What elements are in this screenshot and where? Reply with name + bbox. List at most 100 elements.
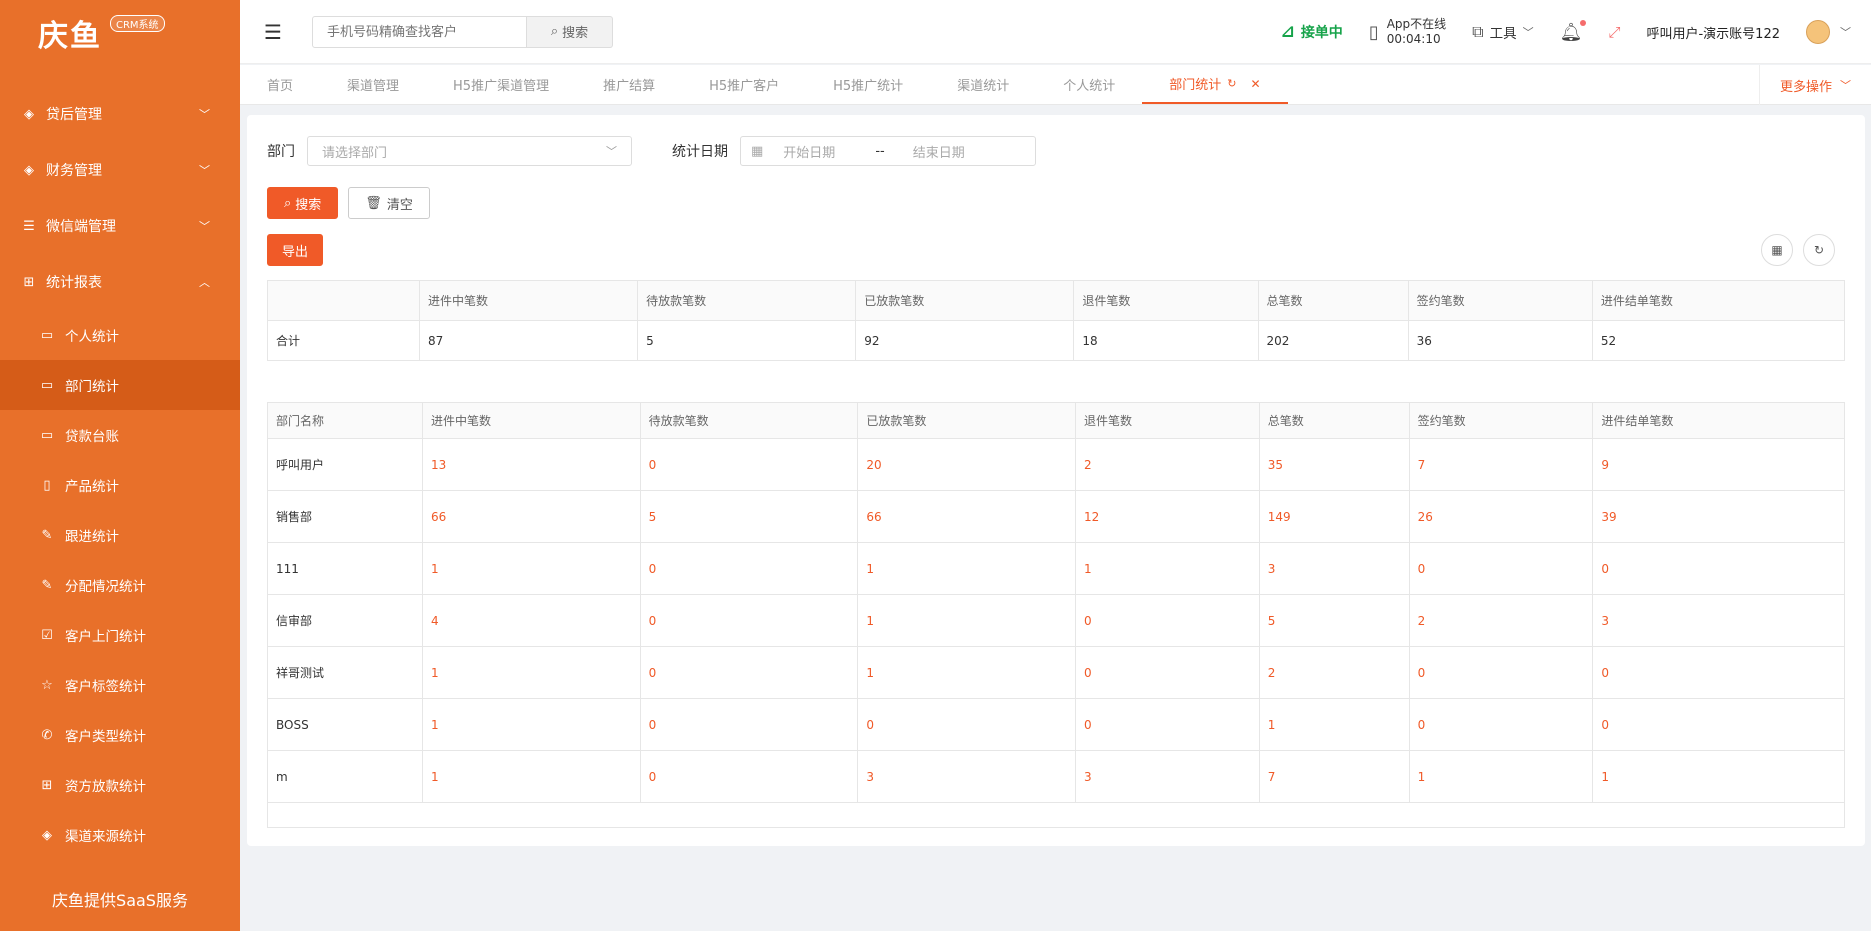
tab-channel-stats[interactable]: 渠道统计	[930, 65, 1036, 104]
tab-h5-promotion-stats[interactable]: H5推广统计	[806, 65, 930, 104]
app-status[interactable]: ▯ App不在线 00:04:10	[1369, 17, 1446, 47]
stat-link[interactable]: 35	[1258, 438, 1410, 491]
stat-link[interactable]: 7	[1408, 438, 1594, 491]
stat-link[interactable]: 0	[639, 542, 859, 595]
refresh-icon[interactable]: ↻	[1227, 77, 1236, 90]
stat-link[interactable]: 149	[1258, 490, 1410, 543]
sidebar-group-label: 微信端管理	[46, 219, 116, 235]
stat-link[interactable]: 2	[1408, 594, 1594, 647]
stat-link[interactable]: 39	[1592, 490, 1845, 543]
start-date-placeholder[interactable]: 开始日期	[783, 142, 835, 161]
sidebar-item-loan-ledger[interactable]: ▭ 贷款台账	[0, 410, 240, 460]
stat-link[interactable]: 0	[639, 646, 859, 699]
stat-link[interactable]: 7	[1258, 750, 1410, 803]
toolbox-icon: ⧉	[1472, 22, 1484, 41]
stat-link[interactable]: 3	[857, 750, 1077, 803]
stat-link[interactable]: 12	[1075, 490, 1260, 543]
sidebar-item-funder-stats[interactable]: ⊞ 资方放款统计	[0, 760, 240, 810]
sidebar-item-followup-stats[interactable]: ✎ 跟进统计	[0, 510, 240, 560]
stat-link[interactable]: 66	[422, 490, 641, 543]
more-operations-button[interactable]: 更多操作 ﹀	[1758, 65, 1871, 105]
clear-button[interactable]: 🗑︎ 清空	[348, 187, 430, 219]
export-button[interactable]: 导出	[267, 234, 324, 266]
stat-link[interactable]: 0	[1075, 594, 1260, 647]
sidebar-item-visit-stats[interactable]: ☑ 客户上门统计	[0, 610, 240, 660]
stat-link[interactable]: 0	[1592, 646, 1845, 699]
stat-link[interactable]: 0	[639, 698, 859, 751]
stat-link[interactable]: 2	[1258, 646, 1410, 699]
stat-link[interactable]: 26	[1408, 490, 1594, 543]
sidebar-item-product-stats[interactable]: ▯ 产品统计	[0, 460, 240, 510]
stat-link[interactable]: 3	[1258, 542, 1410, 595]
notifications-button[interactable]: 🔔︎	[1560, 19, 1587, 43]
tab-promotion-settlement[interactable]: 推广结算	[576, 65, 682, 104]
sidebar-item-tag-stats[interactable]: ☆ 客户标签统计	[0, 660, 240, 710]
sidebar-item-allocation-stats[interactable]: ✎ 分配情况统计	[0, 560, 240, 610]
stat-link[interactable]: 0	[1075, 646, 1260, 699]
stat-link[interactable]: 1	[422, 542, 641, 595]
stat-link[interactable]: 1	[1258, 698, 1410, 751]
stat-link[interactable]: 3	[1592, 594, 1845, 647]
stat-link[interactable]: 5	[1258, 594, 1410, 647]
stat-link[interactable]: 3	[1075, 750, 1260, 803]
stat-link[interactable]: 0	[1408, 646, 1594, 699]
sidebar-item-dept-stats[interactable]: ▭ 部门统计	[0, 360, 240, 410]
dept-select[interactable]: 请选择部门 ﹀	[307, 136, 632, 166]
tab-home[interactable]: 首页	[240, 65, 320, 104]
search-button[interactable]: ⌕ 搜索	[267, 187, 339, 219]
close-icon[interactable]: ✕	[1250, 77, 1260, 91]
search-button[interactable]: ⌕ 搜索	[527, 15, 613, 48]
stat-link[interactable]: 1	[1592, 750, 1845, 803]
stat-link[interactable]: 0	[1592, 698, 1845, 751]
stat-link[interactable]: 1	[1408, 750, 1594, 803]
tab-dept-stats[interactable]: 部门统计 ↻ ✕	[1142, 65, 1288, 104]
sidebar-group-finance[interactable]: ◈ 财务管理 ﹀	[0, 142, 240, 198]
stat-link[interactable]: 0	[639, 750, 859, 803]
stat-link[interactable]: 1	[1075, 542, 1260, 595]
tab-h5-promotion-customers[interactable]: H5推广客户	[682, 65, 806, 104]
sidebar-item-type-stats[interactable]: ✆ 客户类型统计	[0, 710, 240, 760]
stat-link[interactable]: 4	[422, 594, 641, 647]
sidebar-group-post-loan[interactable]: ◈ 贷后管理 ﹀	[0, 86, 240, 142]
stat-link[interactable]: 0	[1408, 698, 1594, 751]
sidebar-group-reports[interactable]: ⊞ 统计报表 ︿	[0, 254, 240, 310]
stat-link[interactable]: 9	[1592, 438, 1845, 491]
stat-link[interactable]: 0	[857, 698, 1077, 751]
tools-dropdown[interactable]: ⧉ 工具 ﹀	[1472, 22, 1533, 42]
sidebar-group-wechat[interactable]: ☰ 微信端管理 ﹀	[0, 198, 240, 254]
stat-link[interactable]: 2	[1075, 438, 1260, 491]
tab-channel-management[interactable]: 渠道管理	[320, 65, 426, 104]
stat-link[interactable]: 0	[639, 594, 859, 647]
stat-link[interactable]: 66	[857, 490, 1077, 543]
sidebar-item-channel-source-stats[interactable]: ◈ 渠道来源统计	[0, 810, 240, 860]
order-status-toggle[interactable]: ⊿ 接单中	[1281, 22, 1343, 42]
tab-h5-channel-management[interactable]: H5推广渠道管理	[426, 65, 576, 104]
hamburger-menu-icon[interactable]: ☰	[264, 20, 286, 44]
end-date-placeholder[interactable]: 结束日期	[913, 142, 965, 161]
refresh-button[interactable]: ↻	[1803, 234, 1835, 266]
stat-link[interactable]: 1	[422, 646, 641, 699]
tab-personal-stats[interactable]: 个人统计	[1036, 65, 1142, 104]
grid-icon: ⊞	[41, 777, 53, 793]
stat-link[interactable]: 0	[1592, 542, 1845, 595]
search-input[interactable]	[312, 15, 527, 48]
stat-link[interactable]: 1	[857, 542, 1077, 595]
stat-link[interactable]: 20	[857, 438, 1077, 491]
chevron-down-icon: ﹀	[1840, 79, 1851, 92]
chevron-down-icon: ﹀	[1840, 26, 1851, 39]
columns-toggle-button[interactable]: ▦	[1761, 234, 1793, 266]
date-range-picker[interactable]: ▦ 开始日期 -- 结束日期	[740, 136, 1036, 166]
stat-link[interactable]: 0	[1408, 542, 1594, 595]
stat-link[interactable]: 0	[1075, 698, 1260, 751]
stat-link[interactable]: 13	[422, 438, 641, 491]
stat-link[interactable]: 1	[857, 594, 1077, 647]
stat-link[interactable]: 1	[857, 646, 1077, 699]
sidebar-item-personal-stats[interactable]: ▭ 个人统计	[0, 310, 240, 360]
fullscreen-button[interactable]: ⤢	[1608, 23, 1620, 41]
stat-link[interactable]: 1	[422, 750, 641, 803]
current-user[interactable]: 呼叫用户-演示账号122	[1646, 23, 1780, 42]
stat-link[interactable]: 0	[639, 438, 859, 491]
stat-link[interactable]: 5	[639, 490, 859, 543]
user-menu[interactable]: ﹀	[1806, 20, 1851, 44]
stat-link[interactable]: 1	[422, 698, 641, 751]
